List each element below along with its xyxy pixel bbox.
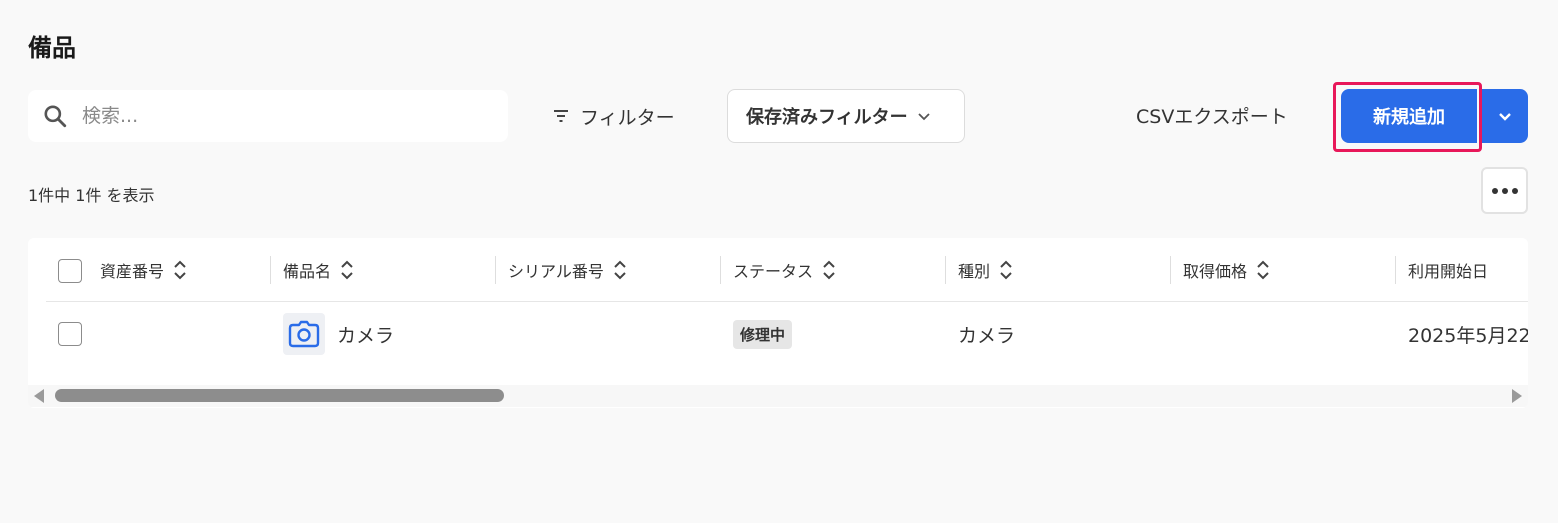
- sort-icon: [1257, 260, 1269, 280]
- scroll-right-arrow[interactable]: [1512, 389, 1522, 403]
- search-input[interactable]: [82, 105, 482, 127]
- saved-filter-label: 保存済みフィルター: [746, 107, 908, 128]
- select-all-checkbox[interactable]: [58, 259, 82, 283]
- row-checkbox[interactable]: [58, 322, 82, 346]
- csv-export-button[interactable]: CSVエクスポート: [1136, 102, 1288, 129]
- chevron-down-icon: [1496, 107, 1514, 125]
- cell-status: 修理中: [733, 303, 793, 365]
- table-row[interactable]: カメラ 修理中 カメラ 2025年5月22: [46, 303, 1528, 365]
- cell-name[interactable]: カメラ: [283, 303, 394, 365]
- filter-button-label: フィルター: [580, 106, 675, 129]
- chevron-down-icon: [908, 108, 932, 124]
- camera-icon: [288, 320, 320, 348]
- column-header-status[interactable]: ステータス: [733, 238, 837, 302]
- more-horizontal-icon: [1491, 187, 1519, 195]
- scroll-left-arrow[interactable]: [34, 389, 44, 403]
- sort-icon: [614, 260, 626, 280]
- item-name: カメラ: [337, 324, 395, 347]
- sort-icon: [341, 260, 353, 280]
- column-divider: [270, 256, 271, 284]
- page-title: 備品: [28, 34, 76, 62]
- column-divider: [1170, 256, 1171, 284]
- item-thumbnail: [283, 313, 325, 355]
- search-icon: [42, 103, 68, 129]
- sort-icon: [823, 260, 835, 280]
- filter-button[interactable]: フィルター: [552, 98, 675, 134]
- filter-icon: [552, 107, 580, 125]
- column-header-start-date[interactable]: 利用開始日: [1408, 238, 1488, 302]
- cell-start-date: 2025年5月22: [1408, 324, 1528, 347]
- saved-filter-dropdown[interactable]: 保存済みフィルター: [727, 89, 965, 143]
- column-header-type[interactable]: 種別: [958, 238, 1014, 302]
- add-new-button[interactable]: 新規追加: [1341, 89, 1477, 143]
- scroll-thumb[interactable]: [55, 389, 504, 402]
- result-count: 1件中 1件 を表示: [28, 186, 155, 205]
- column-header-acquisition-price[interactable]: 取得価格: [1183, 238, 1271, 302]
- equipment-table: 資産番号 備品名 シリアル番号 ステータス 種別 取得価格 利用開始日 カメラ …: [28, 238, 1528, 408]
- column-divider: [945, 256, 946, 284]
- more-options-button[interactable]: [1481, 167, 1528, 214]
- column-header-asset-number[interactable]: 資産番号: [100, 238, 188, 302]
- add-options-dropdown-button[interactable]: [1482, 89, 1528, 143]
- column-divider: [720, 256, 721, 284]
- status-badge: 修理中: [733, 319, 793, 349]
- column-divider: [1395, 256, 1396, 284]
- search-box[interactable]: [28, 90, 508, 142]
- column-header-serial-number[interactable]: シリアル番号: [508, 238, 628, 302]
- cell-type: カメラ: [958, 324, 1016, 347]
- column-header-name[interactable]: 備品名: [283, 238, 355, 302]
- column-divider: [495, 256, 496, 284]
- horizontal-scrollbar[interactable]: [28, 385, 1528, 407]
- sort-icon: [1000, 260, 1012, 280]
- table-header: 資産番号 備品名 シリアル番号 ステータス 種別 取得価格 利用開始日: [46, 238, 1528, 302]
- sort-icon: [174, 260, 186, 280]
